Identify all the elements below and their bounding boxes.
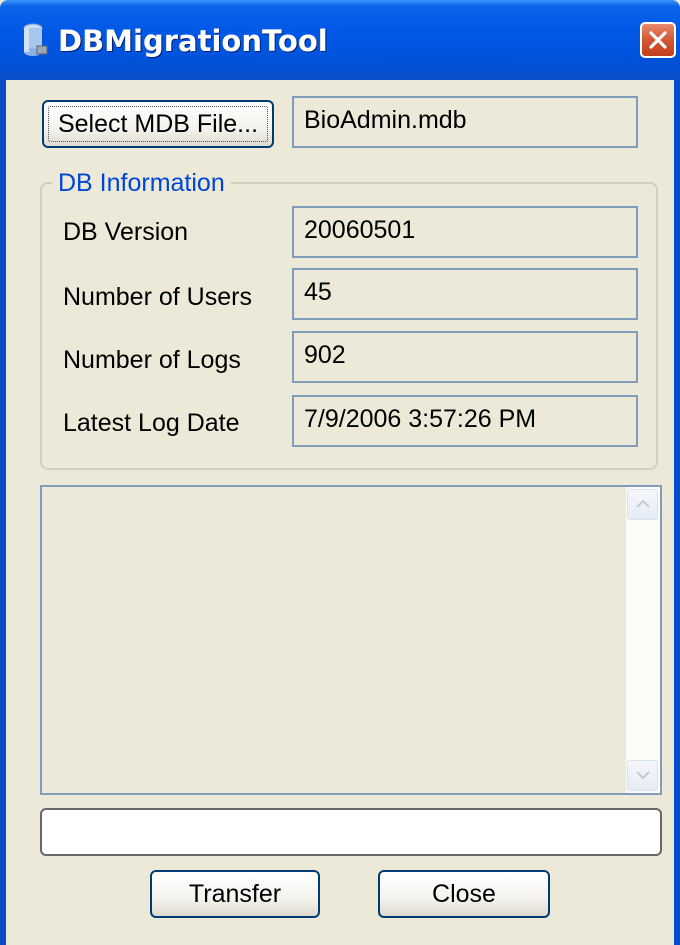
window-close-button[interactable] xyxy=(640,22,676,58)
number-of-logs-field: 902 xyxy=(292,331,638,383)
number-of-users-label: Number of Users xyxy=(63,283,252,311)
window-border-right xyxy=(674,80,680,945)
scroll-down-button[interactable] xyxy=(627,760,658,791)
select-mdb-file-button[interactable]: Select MDB File... xyxy=(42,100,274,148)
database-icon xyxy=(22,22,48,58)
log-vertical-scrollbar[interactable] xyxy=(626,487,660,793)
number-of-logs-label: Number of Logs xyxy=(63,346,241,374)
log-output-area[interactable] xyxy=(40,485,662,795)
selected-file-field: BioAdmin.mdb xyxy=(292,96,638,148)
window-title: DBMigrationTool xyxy=(58,24,328,58)
dbmigrationtool-window: DBMigrationTool Select MDB File... BioAd… xyxy=(0,0,680,945)
db-version-label: DB Version xyxy=(63,218,189,246)
chevron-down-icon xyxy=(636,771,650,780)
chevron-up-icon xyxy=(636,499,650,508)
title-bar[interactable]: DBMigrationTool xyxy=(0,0,680,80)
transfer-progress-bar xyxy=(40,808,662,856)
db-version-field: 20060501 xyxy=(292,206,638,258)
window-border-left xyxy=(0,80,6,945)
number-of-users-field: 45 xyxy=(292,268,638,320)
latest-log-date-label: Latest Log Date xyxy=(63,409,240,437)
scroll-up-button[interactable] xyxy=(627,489,658,520)
transfer-button[interactable]: Transfer xyxy=(150,870,320,918)
db-information-legend: DB Information xyxy=(52,168,231,198)
close-button[interactable]: Close xyxy=(378,870,550,918)
latest-log-date-field: 7/9/2006 3:57:26 PM xyxy=(292,395,638,447)
close-icon xyxy=(649,31,667,49)
